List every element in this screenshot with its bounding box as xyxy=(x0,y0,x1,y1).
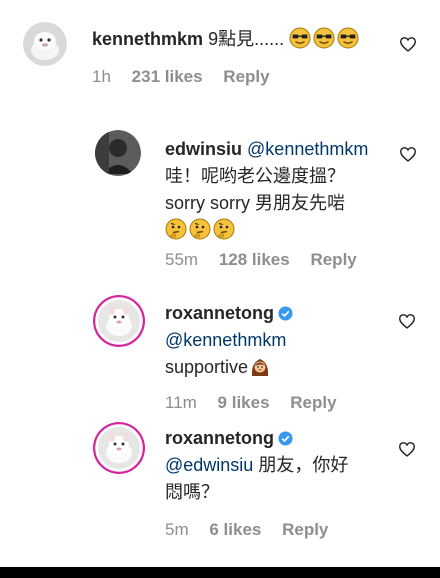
comment-text-line1: 哇！呢哟老公邊度搵？ xyxy=(165,166,345,186)
username[interactable]: kennethmkm xyxy=(92,29,203,49)
comment-body: edwinsiu @kennethmkm 哇！呢哟老公邊度搵？ sorry so… xyxy=(165,136,390,244)
comment-meta: 1h 231 likes Reply xyxy=(92,67,286,87)
avatar[interactable] xyxy=(95,130,141,176)
likes-count[interactable]: 231 likes xyxy=(132,67,203,86)
reply-button[interactable]: Reply xyxy=(223,67,269,86)
comment-body: roxannetong @edwinsiu 朋友，你好 悶嗎？ xyxy=(165,425,390,506)
like-heart-icon[interactable] xyxy=(399,36,417,52)
timestamp: 11m xyxy=(165,393,197,412)
avatar[interactable] xyxy=(93,422,145,474)
likes-count[interactable]: 9 likes xyxy=(218,393,270,412)
reply-button[interactable]: Reply xyxy=(290,393,336,412)
mention-link[interactable]: @kennethmkm xyxy=(165,327,390,354)
like-heart-icon[interactable] xyxy=(398,441,416,457)
thinking-face-icon xyxy=(165,218,187,240)
comment-text: supportive xyxy=(165,357,249,377)
comment-text-line2: 悶嗎？ xyxy=(165,482,219,502)
verified-badge-icon xyxy=(278,431,293,446)
like-heart-icon[interactable] xyxy=(399,146,417,162)
comment-meta: 5m 6 likes Reply xyxy=(165,520,344,540)
mention-link[interactable]: @edwinsiu xyxy=(165,455,253,475)
avatar[interactable] xyxy=(23,22,67,66)
comment-body: kennethmkm 9點見...... xyxy=(92,26,392,53)
verified-badge-icon xyxy=(278,306,293,321)
woman-icon xyxy=(249,355,271,377)
comment-meta: 55m 128 likes Reply xyxy=(165,250,373,270)
comment-text-line2: sorry sorry 男朋友先啱 xyxy=(165,193,345,213)
comment-text: 9點見...... xyxy=(208,29,285,49)
comments-panel: kennethmkm 9點見...... 1h 231 likes Reply xyxy=(0,0,440,567)
comment-roxannetong-2: roxannetong @edwinsiu 朋友，你好 悶嗎？ 5m 6 lik… xyxy=(0,415,440,567)
comment-meta: 11m 9 likes Reply xyxy=(165,393,353,413)
thinking-face-icon xyxy=(189,218,211,240)
bottom-edge-bar xyxy=(0,567,440,578)
likes-count[interactable]: 6 likes xyxy=(209,520,261,539)
reply-button[interactable]: Reply xyxy=(310,250,356,269)
reply-button[interactable]: Reply xyxy=(282,520,328,539)
username[interactable]: roxannetong xyxy=(165,303,274,323)
username[interactable]: edwinsiu xyxy=(165,139,242,159)
username[interactable]: roxannetong xyxy=(165,428,274,448)
likes-count[interactable]: 128 likes xyxy=(219,250,290,269)
timestamp: 5m xyxy=(165,520,189,539)
smiling-face-with-sunglasses-icon xyxy=(289,27,311,49)
avatar[interactable] xyxy=(93,295,145,347)
comment-roxannetong-1: roxannetong @kennethmkm supportive 11m 9… xyxy=(0,285,440,415)
timestamp: 55m xyxy=(165,250,199,269)
comment-kennethmkm: kennethmkm 9點見...... 1h 231 likes Reply xyxy=(0,0,440,110)
smiling-face-with-sunglasses-icon xyxy=(313,27,335,49)
thinking-face-icon xyxy=(213,218,235,240)
smiling-face-with-sunglasses-icon xyxy=(337,27,359,49)
emoji-row xyxy=(165,217,390,244)
mention-link[interactable]: @kennethmkm xyxy=(247,139,368,159)
like-heart-icon[interactable] xyxy=(398,313,416,329)
timestamp: 1h xyxy=(92,67,111,86)
comment-body: roxannetong @kennethmkm supportive xyxy=(165,300,390,381)
comment-text-line1: 朋友，你好 xyxy=(253,455,349,475)
comment-edwinsiu: edwinsiu @kennethmkm 哇！呢哟老公邊度搵？ sorry so… xyxy=(0,110,440,285)
